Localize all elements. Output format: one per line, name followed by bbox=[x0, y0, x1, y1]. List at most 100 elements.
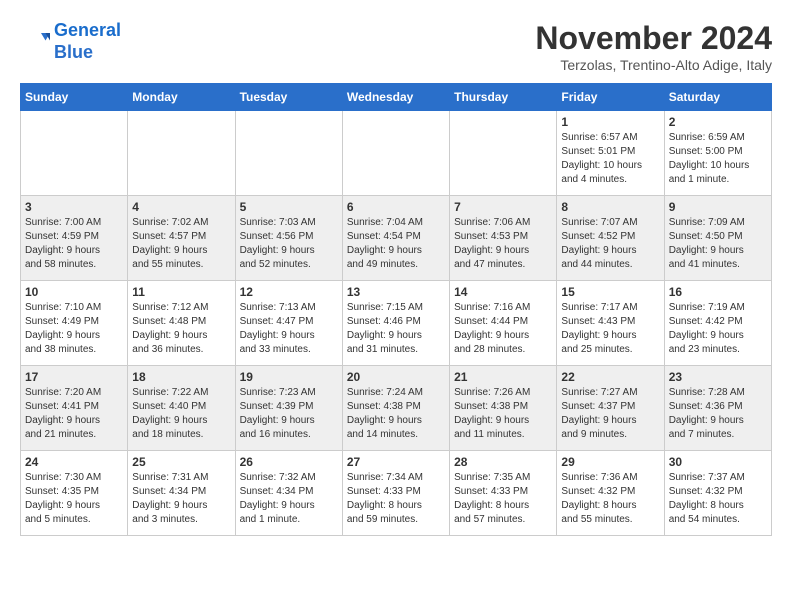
day-number: 10 bbox=[25, 285, 123, 299]
day-info: Sunrise: 7:32 AM Sunset: 4:34 PM Dayligh… bbox=[240, 471, 338, 527]
calendar-cell: 1Sunrise: 6:57 AM Sunset: 5:01 PM Daylig… bbox=[557, 111, 664, 196]
day-info: Sunrise: 7:12 AM Sunset: 4:48 PM Dayligh… bbox=[132, 301, 230, 357]
day-info: Sunrise: 7:26 AM Sunset: 4:38 PM Dayligh… bbox=[454, 386, 552, 442]
calendar-cell: 24 Sunrise: 7:30 AM Sunset: 4:35 PM Dayli… bbox=[21, 451, 128, 536]
day-number: 25 bbox=[132, 455, 230, 469]
calendar-cell bbox=[342, 111, 449, 196]
weekday-header: Monday bbox=[128, 84, 235, 111]
day-info: Sunrise: 7:07 AM Sunset: 4:52 PM Dayligh… bbox=[561, 216, 659, 272]
day-number: 28 bbox=[454, 455, 552, 469]
calendar-cell: 15 Sunrise: 7:17 AM Sunset: 4:43 PM Dayli… bbox=[557, 281, 664, 366]
calendar-cell: 12Sunrise: 7:13 AM Sunset: 4:47 PM Dayli… bbox=[235, 281, 342, 366]
day-info: Sunrise: 7:10 AM Sunset: 4:49 PM Dayligh… bbox=[25, 301, 123, 357]
calendar-cell: 10 Sunrise: 7:10 AM Sunset: 4:49 PM Dayli… bbox=[21, 281, 128, 366]
calendar-cell: 6Sunrise: 7:04 AM Sunset: 4:54 PM Daylig… bbox=[342, 196, 449, 281]
calendar-cell: 21 Sunrise: 7:26 AM Sunset: 4:38 PM Dayli… bbox=[450, 366, 557, 451]
day-info: Sunrise: 7:22 AM Sunset: 4:40 PM Dayligh… bbox=[132, 386, 230, 442]
calendar-cell: 7Sunrise: 7:06 AM Sunset: 4:53 PM Daylig… bbox=[450, 196, 557, 281]
calendar-cell bbox=[450, 111, 557, 196]
calendar-cell: 26 Sunrise: 7:32 AM Sunset: 4:34 PM Dayli… bbox=[235, 451, 342, 536]
day-info: Sunrise: 7:28 AM Sunset: 4:36 PM Dayligh… bbox=[669, 386, 767, 442]
day-info: Sunrise: 7:20 AM Sunset: 4:41 PM Dayligh… bbox=[25, 386, 123, 442]
calendar-cell: 16 Sunrise: 7:19 AM Sunset: 4:42 PM Dayli… bbox=[664, 281, 771, 366]
day-number: 2 bbox=[669, 115, 767, 129]
calendar-cell bbox=[21, 111, 128, 196]
day-number: 8 bbox=[561, 200, 659, 214]
calendar-cell: 13 Sunrise: 7:15 AM Sunset: 4:46 PM Dayli… bbox=[342, 281, 449, 366]
day-number: 27 bbox=[347, 455, 445, 469]
day-info: Sunrise: 7:04 AM Sunset: 4:54 PM Dayligh… bbox=[347, 216, 445, 272]
day-info: Sunrise: 7:27 AM Sunset: 4:37 PM Dayligh… bbox=[561, 386, 659, 442]
day-number: 19 bbox=[240, 370, 338, 384]
weekday-header: Tuesday bbox=[235, 84, 342, 111]
day-number: 17 bbox=[25, 370, 123, 384]
calendar-table: SundayMondayTuesdayWednesdayThursdayFrid… bbox=[20, 83, 772, 536]
day-info: Sunrise: 7:35 AM Sunset: 4:33 PM Dayligh… bbox=[454, 471, 552, 527]
day-number: 26 bbox=[240, 455, 338, 469]
day-info: Sunrise: 7:30 AM Sunset: 4:35 PM Dayligh… bbox=[25, 471, 123, 527]
day-number: 7 bbox=[454, 200, 552, 214]
day-number: 24 bbox=[25, 455, 123, 469]
page-header: General Blue November 2024 Terzolas, Tre… bbox=[20, 20, 772, 73]
calendar-cell: 18 Sunrise: 7:22 AM Sunset: 4:40 PM Dayli… bbox=[128, 366, 235, 451]
month-title: November 2024 bbox=[535, 20, 772, 57]
calendar-cell: 30 Sunrise: 7:37 AM Sunset: 4:32 PM Dayli… bbox=[664, 451, 771, 536]
day-number: 20 bbox=[347, 370, 445, 384]
day-info: Sunrise: 7:31 AM Sunset: 4:34 PM Dayligh… bbox=[132, 471, 230, 527]
calendar-cell: 17 Sunrise: 7:20 AM Sunset: 4:41 PM Dayli… bbox=[21, 366, 128, 451]
day-info: Sunrise: 6:57 AM Sunset: 5:01 PM Dayligh… bbox=[561, 131, 659, 187]
day-number: 11 bbox=[132, 285, 230, 299]
day-info: Sunrise: 7:17 AM Sunset: 4:43 PM Dayligh… bbox=[561, 301, 659, 357]
day-info: Sunrise: 7:09 AM Sunset: 4:50 PM Dayligh… bbox=[669, 216, 767, 272]
calendar-cell: 27Sunrise: 7:34 AM Sunset: 4:33 PM Dayli… bbox=[342, 451, 449, 536]
calendar-cell: 29 Sunrise: 7:36 AM Sunset: 4:32 PM Dayli… bbox=[557, 451, 664, 536]
day-number: 21 bbox=[454, 370, 552, 384]
calendar-row: 1Sunrise: 6:57 AM Sunset: 5:01 PM Daylig… bbox=[21, 111, 772, 196]
day-number: 15 bbox=[561, 285, 659, 299]
location: Terzolas, Trentino-Alto Adige, Italy bbox=[535, 57, 772, 73]
day-info: Sunrise: 7:23 AM Sunset: 4:39 PM Dayligh… bbox=[240, 386, 338, 442]
day-number: 29 bbox=[561, 455, 659, 469]
day-number: 30 bbox=[669, 455, 767, 469]
calendar-row: 3 Sunrise: 7:00 AM Sunset: 4:59 PM Daylig… bbox=[21, 196, 772, 281]
calendar-cell: 4 Sunrise: 7:02 AM Sunset: 4:57 PM Daylig… bbox=[128, 196, 235, 281]
weekday-header: Sunday bbox=[21, 84, 128, 111]
calendar-cell: 23 Sunrise: 7:28 AM Sunset: 4:36 PM Dayli… bbox=[664, 366, 771, 451]
day-info: Sunrise: 7:24 AM Sunset: 4:38 PM Dayligh… bbox=[347, 386, 445, 442]
calendar-cell: 8 Sunrise: 7:07 AM Sunset: 4:52 PM Daylig… bbox=[557, 196, 664, 281]
day-number: 14 bbox=[454, 285, 552, 299]
day-info: Sunrise: 7:03 AM Sunset: 4:56 PM Dayligh… bbox=[240, 216, 338, 272]
calendar-cell bbox=[235, 111, 342, 196]
day-info: Sunrise: 7:00 AM Sunset: 4:59 PM Dayligh… bbox=[25, 216, 123, 272]
calendar-cell: 2 Sunrise: 6:59 AM Sunset: 5:00 PM Daylig… bbox=[664, 111, 771, 196]
weekday-header: Wednesday bbox=[342, 84, 449, 111]
calendar-cell bbox=[128, 111, 235, 196]
logo: General Blue bbox=[20, 20, 121, 63]
calendar-cell: 5 Sunrise: 7:03 AM Sunset: 4:56 PM Daylig… bbox=[235, 196, 342, 281]
day-info: Sunrise: 7:02 AM Sunset: 4:57 PM Dayligh… bbox=[132, 216, 230, 272]
day-number: 12 bbox=[240, 285, 338, 299]
calendar-cell: 22 Sunrise: 7:27 AM Sunset: 4:37 PM Dayli… bbox=[557, 366, 664, 451]
day-number: 22 bbox=[561, 370, 659, 384]
day-info: Sunrise: 7:15 AM Sunset: 4:46 PM Dayligh… bbox=[347, 301, 445, 357]
day-number: 4 bbox=[132, 200, 230, 214]
header-row: SundayMondayTuesdayWednesdayThursdayFrid… bbox=[21, 84, 772, 111]
calendar-cell: 20 Sunrise: 7:24 AM Sunset: 4:38 PM Dayli… bbox=[342, 366, 449, 451]
day-number: 18 bbox=[132, 370, 230, 384]
logo-line2: Blue bbox=[54, 42, 93, 62]
day-number: 5 bbox=[240, 200, 338, 214]
calendar-cell: 28 Sunrise: 7:35 AM Sunset: 4:33 PM Dayli… bbox=[450, 451, 557, 536]
day-info: Sunrise: 7:37 AM Sunset: 4:32 PM Dayligh… bbox=[669, 471, 767, 527]
calendar-row: 24 Sunrise: 7:30 AM Sunset: 4:35 PM Dayli… bbox=[21, 451, 772, 536]
day-number: 23 bbox=[669, 370, 767, 384]
calendar-cell: 19 Sunrise: 7:23 AM Sunset: 4:39 PM Dayli… bbox=[235, 366, 342, 451]
logo-text: General Blue bbox=[54, 20, 121, 63]
day-number: 9 bbox=[669, 200, 767, 214]
day-info: Sunrise: 7:36 AM Sunset: 4:32 PM Dayligh… bbox=[561, 471, 659, 527]
day-number: 3 bbox=[25, 200, 123, 214]
day-info: Sunrise: 6:59 AM Sunset: 5:00 PM Dayligh… bbox=[669, 131, 767, 187]
calendar-cell: 25 Sunrise: 7:31 AM Sunset: 4:34 PM Dayli… bbox=[128, 451, 235, 536]
day-info: Sunrise: 7:19 AM Sunset: 4:42 PM Dayligh… bbox=[669, 301, 767, 357]
day-number: 13 bbox=[347, 285, 445, 299]
day-number: 16 bbox=[669, 285, 767, 299]
